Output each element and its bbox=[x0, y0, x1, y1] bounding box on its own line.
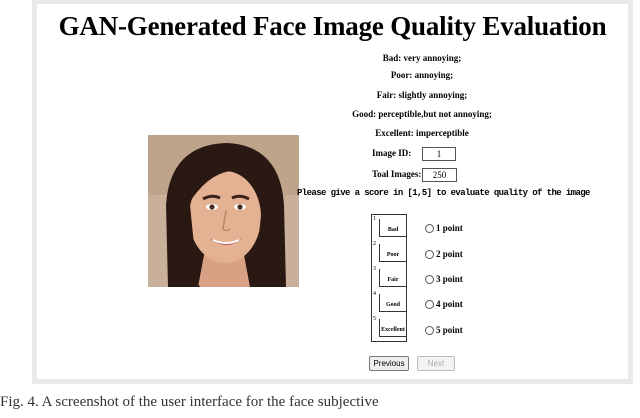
scale-tick bbox=[379, 286, 406, 287]
image-id-label: Image ID: bbox=[372, 148, 412, 158]
option-label: 3 point bbox=[436, 274, 463, 284]
scale-tick bbox=[379, 236, 406, 237]
radio-button[interactable] bbox=[425, 299, 434, 309]
option-5-point[interactable]: 5 point bbox=[425, 323, 463, 337]
legend-bad: Bad: very annoying; bbox=[382, 53, 462, 63]
figure-caption: Fig. 4. A screenshot of the user interfa… bbox=[0, 394, 379, 410]
option-label: 2 point bbox=[436, 249, 463, 259]
radio-button[interactable] bbox=[425, 223, 434, 233]
option-label: 5 point bbox=[436, 325, 463, 335]
scale-label: Good bbox=[385, 302, 400, 308]
scale-item: 4 Good bbox=[372, 290, 406, 315]
scale-tick bbox=[379, 261, 406, 262]
face-illustration bbox=[148, 135, 299, 287]
scale-label: Poor bbox=[386, 252, 400, 258]
option-label: 4 point bbox=[436, 299, 463, 309]
face-image bbox=[148, 135, 299, 287]
rating-scale: 1 Bad 2 Poor 3 Fair 4 Good 5 Excellent bbox=[371, 214, 407, 342]
scale-number: 3 bbox=[373, 266, 376, 272]
legend-good: Good: perceptible,but not annoying; bbox=[352, 109, 492, 119]
option-2-point[interactable]: 2 point bbox=[425, 247, 463, 261]
previous-button[interactable]: Previous bbox=[369, 356, 409, 371]
scale-number: 2 bbox=[373, 241, 376, 247]
scale-tick bbox=[379, 311, 406, 312]
option-4-point[interactable]: 4 point bbox=[425, 297, 463, 311]
scale-label: Excellent bbox=[381, 327, 405, 333]
legend-poor: Poor: annoying; bbox=[390, 70, 454, 80]
evaluation-panel: GAN-Generated Face Image Quality Evaluat… bbox=[37, 4, 628, 379]
legend-fair: Fair: slightly annoying; bbox=[376, 90, 468, 100]
score-prompt: Please give a score in [1,5] to evaluate… bbox=[297, 188, 590, 198]
total-images-field: 250 bbox=[422, 168, 457, 182]
page-title: GAN-Generated Face Image Quality Evaluat… bbox=[58, 11, 607, 41]
scale-item: 2 Poor bbox=[372, 240, 406, 265]
scale-tick bbox=[379, 336, 406, 337]
scale-number: 4 bbox=[373, 291, 376, 297]
legend-excellent: Excellent: imperceptible bbox=[375, 128, 469, 138]
option-3-point[interactable]: 3 point bbox=[425, 272, 463, 286]
scale-label: Bad bbox=[387, 227, 399, 233]
scale-number: 5 bbox=[373, 316, 376, 322]
scale-item: 5 Excellent bbox=[372, 315, 406, 340]
option-label: 1 point bbox=[436, 223, 463, 233]
radio-button[interactable] bbox=[425, 325, 434, 335]
image-id-field[interactable]: 1 bbox=[422, 147, 456, 161]
radio-button[interactable] bbox=[425, 274, 434, 284]
total-images-label: Toal Images: bbox=[372, 169, 422, 179]
scale-number: 1 bbox=[373, 216, 376, 222]
option-1-point[interactable]: 1 point bbox=[425, 221, 463, 235]
next-button[interactable]: Next bbox=[417, 356, 455, 371]
radio-button[interactable] bbox=[425, 249, 434, 259]
scale-label: Fair bbox=[387, 277, 399, 283]
scale-item: 3 Fair bbox=[372, 265, 406, 290]
scale-item: 1 Bad bbox=[372, 215, 406, 240]
